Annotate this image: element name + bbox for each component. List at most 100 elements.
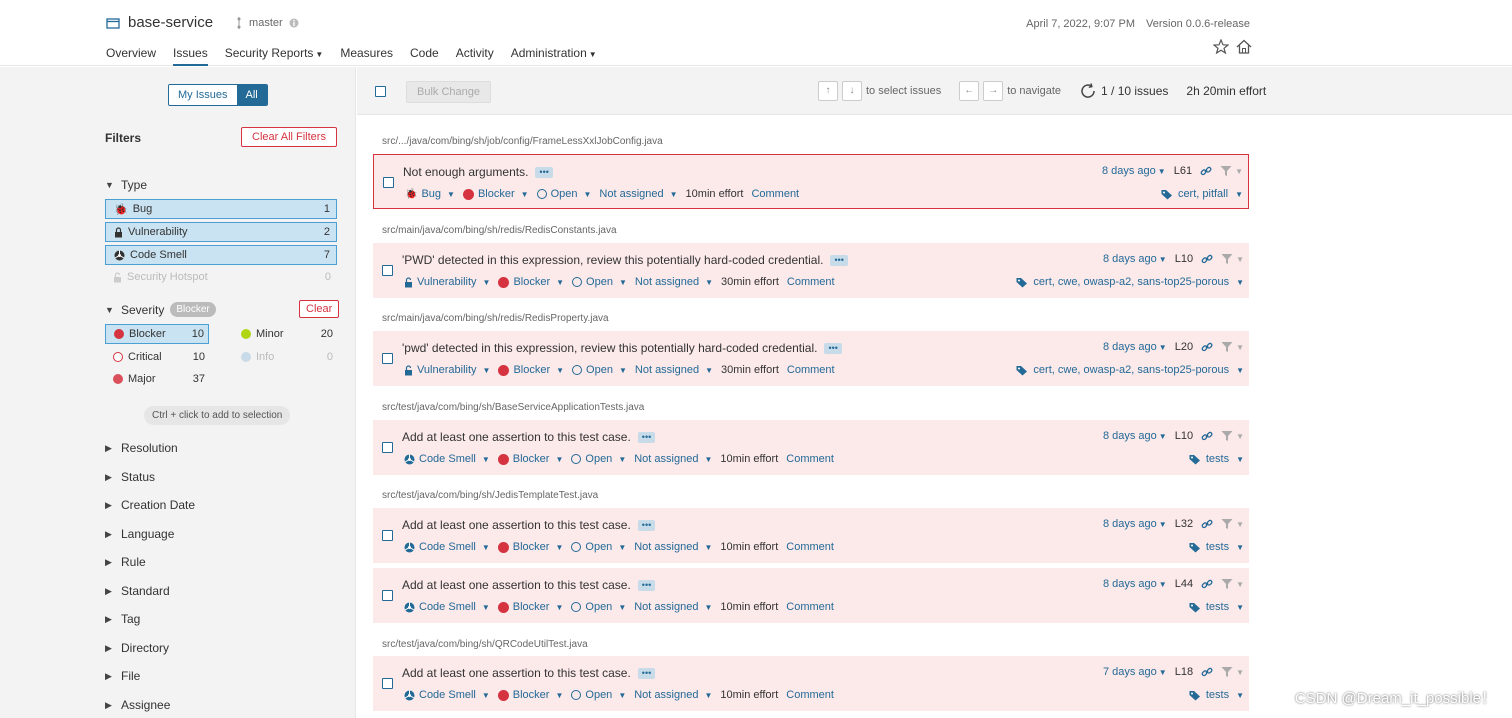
issue-severity-dropdown[interactable]: Blocker ▼: [498, 364, 564, 376]
component-path[interactable]: src/test/java/com/bing/sh/JedisTemplateT…: [382, 490, 598, 501]
issue-card[interactable]: Add at least one assertion to this test …: [373, 568, 1249, 623]
facet-type-code-smell[interactable]: Code Smell 7: [105, 245, 337, 265]
issue-assignee-dropdown[interactable]: Not assigned ▼: [634, 601, 712, 613]
filter-dropdown[interactable]: ▼: [1221, 578, 1244, 590]
severity-blocker[interactable]: Blocker 10: [105, 324, 209, 344]
issue-checkbox[interactable]: [382, 353, 393, 364]
issue-type-dropdown[interactable]: 🐞 Bug ▼: [405, 188, 455, 200]
link-icon[interactable]: [1200, 165, 1212, 177]
issue-type-dropdown[interactable]: Vulnerability ▼: [404, 276, 490, 288]
facet-severity-header[interactable]: ▼ Severity Blocker: [105, 302, 216, 317]
issue-status-dropdown[interactable]: Open ▼: [571, 453, 626, 465]
nav-code[interactable]: Code: [410, 46, 439, 66]
more-options-icon[interactable]: •••: [535, 166, 553, 178]
home-icon[interactable]: [1236, 39, 1252, 54]
issue-tags-dropdown[interactable]: tests ▼: [1189, 541, 1244, 553]
facet-type-vulnerability[interactable]: Vulnerability 2: [105, 222, 337, 242]
issue-type-dropdown[interactable]: Code Smell ▼: [404, 601, 490, 613]
clear-severity-button[interactable]: Clear: [299, 300, 340, 318]
issue-age-dropdown[interactable]: 8 days ago ▼: [1103, 430, 1167, 442]
issue-card[interactable]: Add at least one assertion to this test …: [373, 420, 1249, 475]
issue-title[interactable]: 'PWD' detected in this expression, revie…: [402, 253, 848, 267]
select-all-checkbox[interactable]: [375, 86, 386, 97]
issue-age-dropdown[interactable]: 8 days ago ▼: [1103, 341, 1167, 353]
issue-assignee-dropdown[interactable]: Not assigned ▼: [634, 453, 712, 465]
all-issues-button[interactable]: All: [236, 85, 267, 105]
filter-dropdown[interactable]: ▼: [1221, 341, 1244, 353]
issue-severity-dropdown[interactable]: Blocker ▼: [462, 188, 529, 200]
issue-title[interactable]: Add at least one assertion to this test …: [402, 430, 656, 444]
more-options-icon[interactable]: •••: [637, 519, 656, 531]
issue-card[interactable]: Not enough arguments. ••• 🐞 Bug ▼ Blocker ▼ Ope…: [373, 154, 1249, 209]
issue-severity-dropdown[interactable]: Blocker ▼: [497, 453, 563, 465]
issue-status-dropdown[interactable]: Open ▼: [536, 188, 591, 200]
filter-dropdown[interactable]: ▼: [1221, 518, 1244, 530]
issue-card[interactable]: Add at least one assertion to this test …: [373, 656, 1249, 711]
issue-assignee-dropdown[interactable]: Not assigned ▼: [635, 364, 713, 376]
link-icon[interactable]: [1201, 253, 1213, 265]
issue-assignee-dropdown[interactable]: Not assigned ▼: [634, 541, 712, 553]
issue-checkbox[interactable]: [382, 530, 393, 541]
facet-tag[interactable]: ▶ Tag: [105, 612, 140, 626]
component-path[interactable]: src/main/java/com/bing/sh/redis/RedisPro…: [382, 313, 609, 324]
issue-status-dropdown[interactable]: Open ▼: [571, 601, 626, 613]
nav-measures[interactable]: Measures: [340, 46, 393, 66]
filter-dropdown[interactable]: ▼: [1220, 165, 1243, 177]
issue-status-dropdown[interactable]: Open ▼: [572, 364, 627, 376]
issue-comment-link[interactable]: Comment: [787, 276, 835, 288]
component-path[interactable]: src/test/java/com/bing/sh/QRCodeUtilTest…: [382, 639, 588, 650]
issue-severity-dropdown[interactable]: Blocker ▼: [497, 689, 563, 701]
component-path[interactable]: src/test/java/com/bing/sh/BaseServiceApp…: [382, 402, 644, 413]
issue-checkbox[interactable]: [382, 678, 393, 689]
more-options-icon[interactable]: •••: [637, 667, 656, 679]
facet-standard[interactable]: ▶ Standard: [105, 584, 170, 598]
facet-rule[interactable]: ▶ Rule: [105, 555, 146, 569]
issue-severity-dropdown[interactable]: Blocker ▼: [498, 276, 564, 288]
branch-selector[interactable]: master: [235, 16, 299, 30]
filter-dropdown[interactable]: ▼: [1221, 666, 1244, 678]
issue-age-dropdown[interactable]: 8 days ago ▼: [1103, 253, 1167, 265]
facet-directory[interactable]: ▶ Directory: [105, 641, 169, 655]
issue-card[interactable]: 'PWD' detected in this expression, revie…: [373, 243, 1249, 298]
reload-icon[interactable]: [1079, 82, 1097, 100]
issue-checkbox[interactable]: [382, 442, 393, 453]
filter-dropdown[interactable]: ▼: [1221, 253, 1244, 265]
issue-comment-link[interactable]: Comment: [786, 541, 834, 553]
more-options-icon[interactable]: •••: [824, 342, 842, 354]
issue-tags-dropdown[interactable]: cert, cwe, owasp-a2, sans-top25-porous ▼: [1016, 276, 1244, 288]
issue-status-dropdown[interactable]: Open ▼: [572, 276, 627, 288]
nav-issues[interactable]: Issues: [173, 46, 208, 66]
facet-type-security-hotspot[interactable]: Security Hotspot 0: [105, 267, 337, 287]
facet-type-header[interactable]: ▼ Type: [105, 178, 147, 192]
issue-title[interactable]: Not enough arguments. •••: [403, 165, 553, 179]
facet-language[interactable]: ▶ Language: [105, 527, 174, 541]
nav-activity[interactable]: Activity: [456, 46, 494, 66]
issue-type-dropdown[interactable]: Code Smell ▼: [404, 689, 490, 701]
issue-card[interactable]: 'pwd' detected in this expression, revie…: [373, 331, 1249, 386]
issue-tags-dropdown[interactable]: tests ▼: [1189, 453, 1244, 465]
facet-file[interactable]: ▶ File: [105, 669, 140, 683]
issue-age-dropdown[interactable]: 7 days ago ▼: [1103, 666, 1167, 678]
issue-title[interactable]: 'pwd' detected in this expression, revie…: [402, 341, 842, 355]
facet-status[interactable]: ▶ Status: [105, 470, 155, 484]
issue-status-dropdown[interactable]: Open ▼: [571, 689, 626, 701]
severity-critical[interactable]: Critical 10: [105, 347, 209, 367]
link-icon[interactable]: [1201, 518, 1213, 530]
issue-tags-dropdown[interactable]: cert, pitfall ▼: [1161, 188, 1243, 200]
facet-type-bug[interactable]: 🐞 Bug 1: [105, 199, 337, 219]
issue-checkbox[interactable]: [383, 177, 394, 188]
issue-tags-dropdown[interactable]: tests ▼: [1189, 689, 1244, 701]
severity-major[interactable]: Major 37: [105, 369, 209, 389]
issue-age-dropdown[interactable]: 8 days ago ▼: [1102, 165, 1166, 177]
issue-comment-link[interactable]: Comment: [786, 601, 834, 613]
facet-assignee[interactable]: ▶ Assignee: [105, 698, 170, 712]
nav-overview[interactable]: Overview: [106, 46, 156, 66]
issue-title[interactable]: Add at least one assertion to this test …: [402, 518, 656, 532]
severity-info[interactable]: Info 0: [233, 347, 337, 367]
nav-security-reports[interactable]: Security Reports ▼: [225, 46, 324, 66]
issue-checkbox[interactable]: [382, 590, 393, 601]
issue-card[interactable]: Add at least one assertion to this test …: [373, 508, 1249, 563]
clear-all-filters-button[interactable]: Clear All Filters: [241, 127, 337, 147]
issue-tags-dropdown[interactable]: tests ▼: [1189, 601, 1244, 613]
issue-severity-dropdown[interactable]: Blocker ▼: [497, 601, 563, 613]
